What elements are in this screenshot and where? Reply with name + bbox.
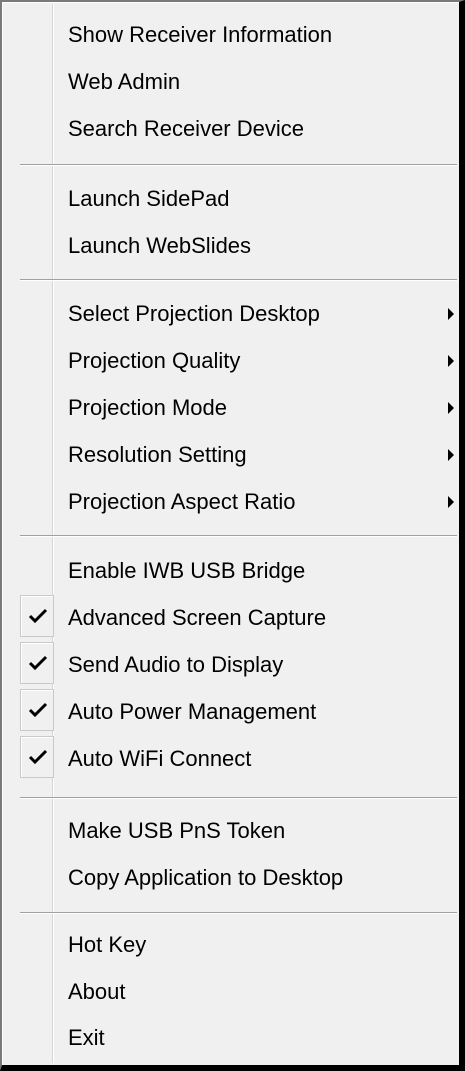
menu-icon-gutter (52, 4, 54, 1063)
menu-separator (20, 912, 457, 914)
context-menu: Show Receiver Information Web Admin Sear… (0, 0, 465, 1071)
menu-item-resolution-setting[interactable]: Resolution Setting (2, 432, 457, 478)
menu-item-label: Make USB PnS Token (68, 818, 286, 843)
menu-item-about[interactable]: About (2, 969, 457, 1015)
menu-item-label: Launch WebSlides (68, 233, 252, 258)
checkmark-icon (28, 702, 48, 718)
check-indicator (20, 689, 54, 731)
menu-item-search-receiver-device[interactable]: Search Receiver Device (2, 106, 457, 152)
menu-item-projection-quality[interactable]: Projection Quality (2, 338, 457, 384)
menu-item-label: Web Admin (68, 69, 181, 94)
menu-item-exit[interactable]: Exit (2, 1015, 457, 1061)
menu-item-label: Exit (68, 1025, 105, 1050)
menu-item-label: Hot Key (68, 932, 147, 957)
menu-item-label: Select Projection Desktop (68, 301, 320, 326)
menu-item-label: Advanced Screen Capture (68, 605, 327, 630)
menu-separator (20, 164, 457, 166)
submenu-arrow-icon (448, 402, 454, 414)
menu-item-auto-power-management[interactable]: Auto Power Management (2, 689, 457, 735)
submenu-arrow-icon (448, 449, 454, 461)
menu-item-label: Projection Mode (68, 395, 227, 420)
menu-inner-border (2, 2, 459, 1065)
menu-separator (20, 279, 457, 281)
menu-separator (20, 535, 457, 537)
menu-item-enable-iwb-usb-bridge[interactable]: Enable IWB USB Bridge (2, 548, 457, 594)
submenu-arrow-icon (448, 308, 454, 320)
menu-item-show-receiver-information[interactable]: Show Receiver Information (2, 12, 457, 58)
menu-item-select-projection-desktop[interactable]: Select Projection Desktop (2, 291, 457, 337)
menu-item-make-usb-pns-token[interactable]: Make USB PnS Token (2, 808, 457, 854)
menu-item-send-audio-to-display[interactable]: Send Audio to Display (2, 642, 457, 688)
check-indicator (20, 642, 54, 684)
menu-item-label: Search Receiver Device (68, 116, 304, 141)
menu-separator (20, 797, 457, 799)
menu-item-projection-aspect-ratio[interactable]: Projection Aspect Ratio (2, 479, 457, 525)
menu-item-label: Resolution Setting (68, 442, 247, 467)
check-indicator (20, 595, 54, 637)
checkmark-icon (28, 608, 48, 624)
menu-item-web-admin[interactable]: Web Admin (2, 59, 457, 105)
checkmark-icon (28, 655, 48, 671)
menu-item-label: Show Receiver Information (68, 22, 333, 47)
menu-item-label: Launch SidePad (68, 186, 230, 211)
menu-item-label: Send Audio to Display (68, 652, 284, 677)
menu-item-launch-webslides[interactable]: Launch WebSlides (2, 223, 457, 269)
menu-item-label: Projection Aspect Ratio (68, 489, 296, 514)
menu-item-label: Auto WiFi Connect (68, 746, 252, 771)
menu-item-label: Enable IWB USB Bridge (68, 558, 306, 583)
submenu-arrow-icon (448, 496, 454, 508)
menu-item-auto-wifi-connect[interactable]: Auto WiFi Connect (2, 736, 457, 782)
menu-item-launch-sidepad[interactable]: Launch SidePad (2, 176, 457, 222)
menu-item-copy-application-to-desktop[interactable]: Copy Application to Desktop (2, 855, 457, 901)
menu-item-label: Auto Power Management (68, 699, 317, 724)
checkmark-icon (28, 749, 48, 765)
menu-item-hot-key[interactable]: Hot Key (2, 922, 457, 968)
menu-item-label: Copy Application to Desktop (68, 865, 344, 890)
menu-item-label: About (68, 979, 126, 1004)
menu-item-advanced-screen-capture[interactable]: Advanced Screen Capture (2, 595, 457, 641)
check-indicator (20, 736, 54, 778)
menu-item-projection-mode[interactable]: Projection Mode (2, 385, 457, 431)
submenu-arrow-icon (448, 355, 454, 367)
menu-item-label: Projection Quality (68, 348, 241, 373)
